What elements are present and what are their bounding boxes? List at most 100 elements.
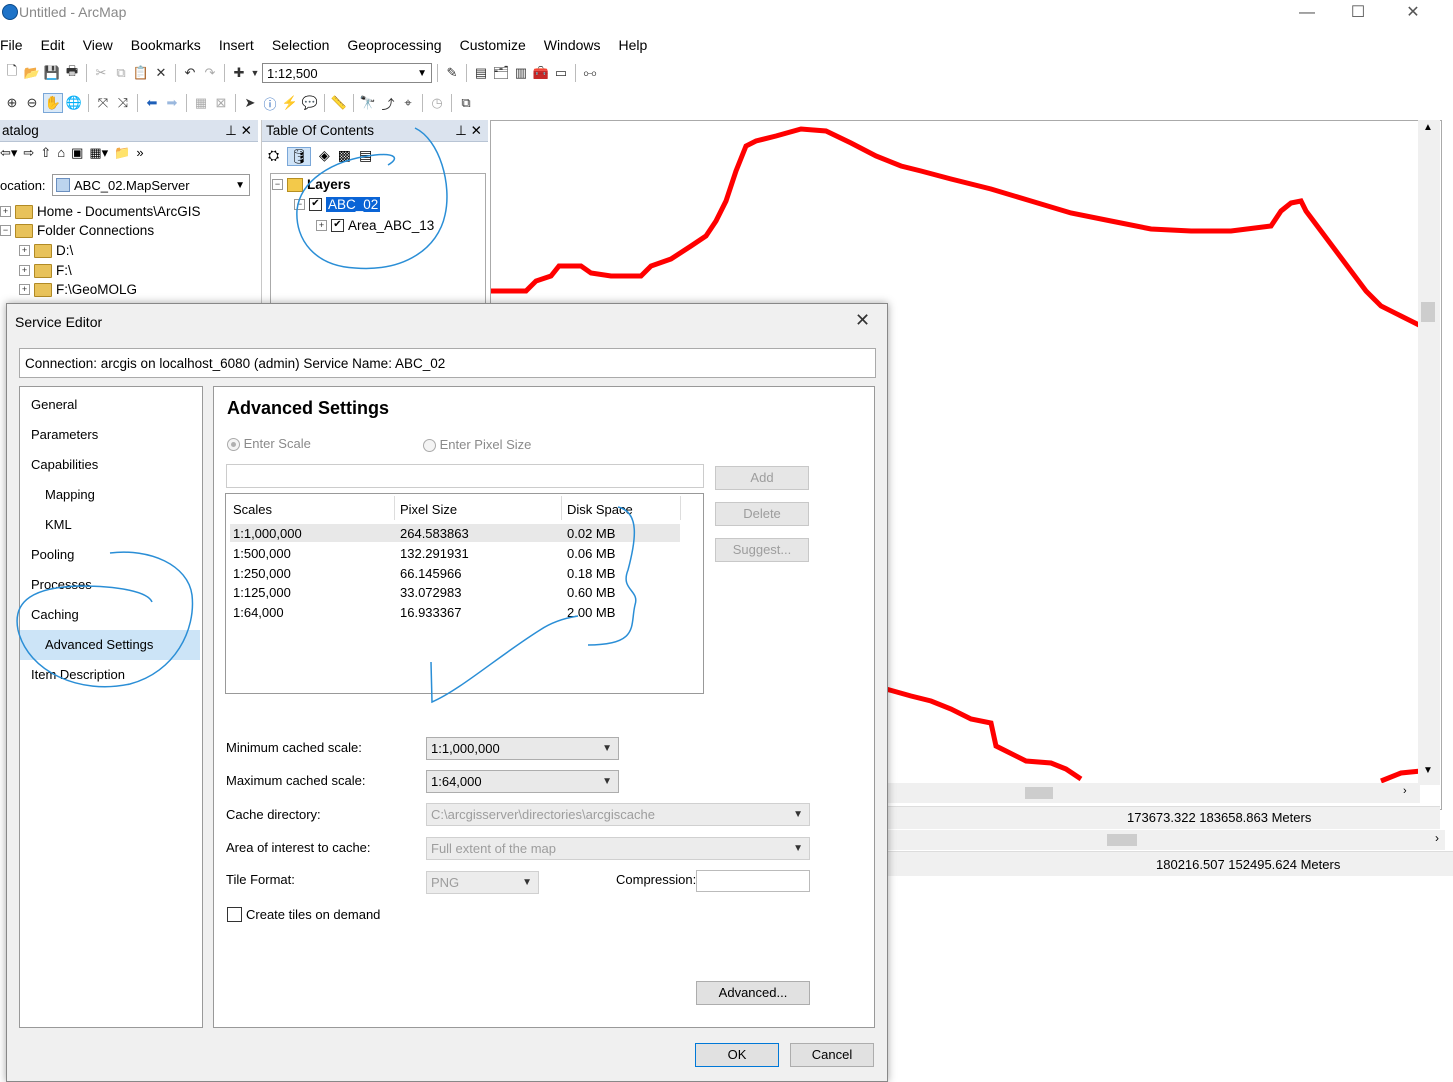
enter-scale-radio[interactable]: Enter Scale bbox=[227, 436, 311, 452]
options-icon[interactable]: ▤ bbox=[359, 147, 372, 166]
collapse-icon[interactable]: − bbox=[272, 179, 283, 190]
table-cell-disk[interactable]: 0.18 MB bbox=[567, 566, 615, 581]
views-icon[interactable]: ▦▾ bbox=[89, 145, 108, 161]
table-cell-pixel[interactable]: 264.583863 bbox=[400, 526, 469, 541]
service-layer-label[interactable]: ABC_02 bbox=[326, 197, 381, 212]
hyperlink-icon[interactable]: ⚡ bbox=[281, 94, 299, 112]
nav-processes[interactable]: Processes bbox=[31, 577, 92, 592]
column-header-scales[interactable]: Scales bbox=[233, 502, 272, 517]
toc-sublayer[interactable]: + ✔ Area_ABC_13 bbox=[316, 218, 434, 233]
fixed-zoom-out-icon[interactable]: ⤨ bbox=[114, 94, 132, 112]
pin-close-controls[interactable]: ⊥ ✕ bbox=[455, 123, 482, 139]
table-cell-disk[interactable]: 0.06 MB bbox=[567, 546, 615, 561]
table-cell-scale[interactable]: 1:500,000 bbox=[233, 546, 291, 561]
map-vertical-scrollbar[interactable]: ▲ ▼ bbox=[1418, 120, 1440, 785]
create-viewer-window-icon[interactable]: ⧉ bbox=[457, 94, 475, 112]
list-by-selection-icon[interactable]: ▩ bbox=[338, 147, 351, 166]
catalog-window-icon[interactable]: 🗂 bbox=[492, 64, 510, 82]
pin-close-controls[interactable]: ⊥ ✕ bbox=[225, 123, 252, 139]
nav-general[interactable]: General bbox=[31, 397, 77, 412]
table-cell-pixel[interactable]: 16.933367 bbox=[400, 605, 461, 620]
table-cell-pixel[interactable]: 33.072983 bbox=[400, 585, 461, 600]
forward-arrow-icon[interactable]: ⇨ bbox=[23, 145, 34, 161]
table-of-contents-icon[interactable]: ▤ bbox=[472, 64, 490, 82]
menu-customize[interactable]: Customize bbox=[451, 34, 535, 56]
suggest-scales-button[interactable]: Suggest... bbox=[715, 538, 809, 562]
nav-parameters[interactable]: Parameters bbox=[31, 427, 98, 442]
nav-advanced-settings[interactable]: Advanced Settings bbox=[45, 637, 153, 652]
scroll-right-icon[interactable]: › bbox=[1435, 831, 1439, 845]
table-cell-scale[interactable]: 1:64,000 bbox=[233, 605, 284, 620]
overflow-chevron-icon[interactable]: » bbox=[136, 145, 143, 161]
enter-pixel-size-radio[interactable]: Enter Pixel Size bbox=[423, 437, 531, 453]
layer-visibility-checkbox[interactable]: ✔ bbox=[309, 198, 322, 211]
column-header-disk-space[interactable]: Disk Space bbox=[567, 502, 633, 517]
toggle-contents-icon[interactable]: ▣ bbox=[71, 145, 83, 161]
select-elements-arrow-icon[interactable]: ➤ bbox=[241, 94, 259, 112]
pan-hand-icon[interactable]: ✋ bbox=[43, 93, 63, 113]
delete-scale-button[interactable]: Delete bbox=[715, 502, 809, 526]
expand-icon[interactable]: + bbox=[19, 265, 30, 276]
print-icon[interactable]: 🖶 bbox=[63, 63, 81, 82]
cut-icon[interactable]: ✂ bbox=[92, 64, 110, 82]
find-binoculars-icon[interactable]: 🔭 bbox=[359, 94, 377, 112]
table-cell-scale[interactable]: 1:125,000 bbox=[233, 585, 291, 600]
table-cell-pixel[interactable]: 132.291931 bbox=[400, 546, 469, 561]
html-popup-icon[interactable]: 💬 bbox=[301, 94, 319, 112]
scroll-thumb[interactable] bbox=[1421, 302, 1435, 322]
copy-icon[interactable]: ⧉ bbox=[112, 64, 130, 82]
sublayer-label[interactable]: Area_ABC_13 bbox=[348, 218, 434, 233]
open-folder-icon[interactable]: 📂 bbox=[23, 64, 41, 82]
menu-file[interactable]: File bbox=[0, 34, 32, 56]
forward-arrow-icon[interactable]: ➡ bbox=[163, 94, 181, 112]
tree-item-home[interactable]: + Home - Documents\ArcGIS bbox=[0, 204, 201, 219]
list-by-drawing-order-icon[interactable]: ⛭ bbox=[268, 147, 279, 166]
nav-item-description[interactable]: Item Description bbox=[31, 667, 125, 682]
scroll-thumb[interactable] bbox=[1107, 834, 1137, 846]
collapse-icon[interactable]: − bbox=[294, 199, 305, 210]
add-scale-button[interactable]: Add bbox=[715, 466, 809, 490]
toc-layer-service[interactable]: − ✔ ABC_02 bbox=[294, 197, 381, 212]
menu-selection[interactable]: Selection bbox=[263, 34, 339, 56]
menu-windows[interactable]: Windows bbox=[535, 34, 610, 56]
cache-directory-dropdown[interactable]: C:\arcgisserver\directories\arcgiscache ▼ bbox=[426, 803, 810, 826]
menu-view[interactable]: View bbox=[74, 34, 122, 56]
menu-insert[interactable]: Insert bbox=[210, 34, 263, 56]
search-window-icon[interactable]: ▥ bbox=[512, 64, 530, 82]
maximize-button[interactable]: ☐ bbox=[1343, 2, 1373, 24]
add-data-icon[interactable]: ✚ bbox=[230, 64, 248, 82]
column-header-pixel-size[interactable]: Pixel Size bbox=[400, 502, 457, 517]
back-arrow-icon[interactable]: ⇦▾ bbox=[0, 145, 17, 161]
min-scale-dropdown[interactable]: 1:1,000,000 ▼ bbox=[426, 737, 619, 760]
arctoolbox-icon[interactable]: 🧰 bbox=[532, 64, 550, 82]
scroll-thumb[interactable] bbox=[1025, 787, 1053, 799]
create-tiles-on-demand-checkbox[interactable]: Create tiles on demand bbox=[227, 907, 380, 922]
nav-pooling[interactable]: Pooling bbox=[31, 547, 74, 562]
table-cell-disk[interactable]: 0.02 MB bbox=[567, 526, 615, 541]
redo-icon[interactable]: ↷ bbox=[201, 64, 219, 82]
nav-kml[interactable]: KML bbox=[45, 517, 72, 532]
up-one-level-icon[interactable]: ⇧ bbox=[40, 145, 51, 161]
scroll-up-icon[interactable]: ▲ bbox=[1423, 122, 1433, 133]
python-window-icon[interactable]: ▭ bbox=[552, 64, 570, 82]
table-cell-scale[interactable]: 1:1,000,000 bbox=[233, 526, 302, 541]
tree-item-drive-d[interactable]: + D:\ bbox=[19, 243, 73, 258]
nav-capabilities[interactable]: Capabilities bbox=[31, 457, 98, 472]
menu-geoprocessing[interactable]: Geoprocessing bbox=[338, 34, 450, 56]
nav-caching[interactable]: Caching bbox=[31, 607, 79, 622]
menu-bookmarks[interactable]: Bookmarks bbox=[122, 34, 210, 56]
minimize-button[interactable]: — bbox=[1292, 2, 1322, 24]
tree-item-drive-f[interactable]: + F:\ bbox=[19, 263, 72, 278]
map-horizontal-scrollbar[interactable]: › bbox=[885, 783, 1420, 803]
area-of-interest-dropdown[interactable]: Full extent of the map ▼ bbox=[426, 837, 810, 860]
table-cell-scale[interactable]: 1:250,000 bbox=[233, 566, 291, 581]
fixed-zoom-in-icon[interactable]: ⤧ bbox=[94, 94, 112, 112]
ok-button[interactable]: OK bbox=[695, 1043, 779, 1067]
expand-icon[interactable]: + bbox=[19, 245, 30, 256]
delete-icon[interactable]: ✕ bbox=[152, 64, 170, 82]
collapse-icon[interactable]: − bbox=[0, 225, 11, 236]
max-scale-dropdown[interactable]: 1:64,000 ▼ bbox=[426, 770, 619, 793]
chevron-down-icon[interactable]: ▼ bbox=[250, 64, 260, 82]
connect-folder-icon[interactable]: 📁 bbox=[114, 145, 130, 161]
time-slider-icon[interactable]: ◷ bbox=[428, 94, 446, 112]
